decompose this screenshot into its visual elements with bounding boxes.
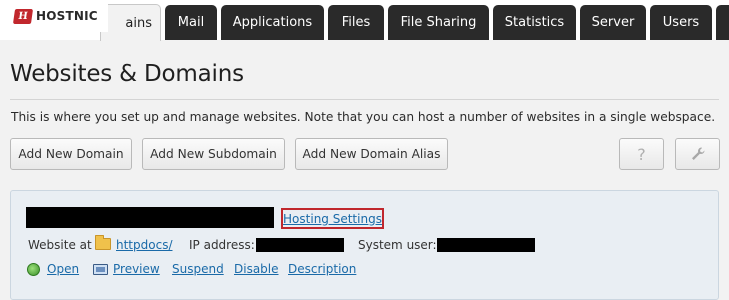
settings-button[interactable] — [675, 138, 720, 170]
tab-mail[interactable]: Mail — [165, 5, 217, 40]
page-description: This is where you set up and manage webs… — [11, 110, 716, 124]
divider — [10, 99, 719, 100]
open-globe-icon — [27, 263, 40, 276]
tab-label: Mail — [177, 14, 205, 30]
tab-label: Statistics — [504, 14, 565, 30]
redacted-ip-address — [256, 238, 344, 252]
ip-address-label: IP address: — [189, 238, 255, 252]
wrench-icon — [691, 147, 704, 160]
tab-label: File Sharing — [400, 14, 477, 30]
tab-label: Files — [341, 14, 371, 30]
hosting-settings-link[interactable]: Hosting Settings — [283, 212, 382, 226]
system-user-label: System user: — [358, 238, 437, 252]
tab-label: Users — [662, 14, 700, 30]
tab-applications[interactable]: Applications — [221, 5, 324, 40]
tab-label: ains — [125, 15, 152, 31]
logo-mark-icon: H — [12, 8, 34, 24]
folder-icon — [95, 235, 111, 250]
help-icon: ? — [637, 144, 646, 164]
help-button[interactable]: ? — [619, 138, 664, 170]
logo-text: HOSTNIC — [36, 9, 98, 23]
website-at-label: Website at — [28, 238, 92, 252]
tab-users[interactable]: Users — [650, 5, 712, 40]
brand-logo[interactable]: H HOSTNIC — [0, 0, 108, 32]
tab-overflow — [716, 5, 729, 40]
tab-file-sharing[interactable]: File Sharing — [388, 5, 489, 40]
open-link[interactable]: Open — [47, 262, 79, 276]
tab-statistics[interactable]: Statistics — [493, 5, 576, 40]
redacted-system-user — [437, 238, 535, 252]
add-new-subdomain-button[interactable]: Add New Subdomain — [142, 138, 285, 170]
tab-label: Server — [591, 14, 635, 30]
add-new-domain-alias-button[interactable]: Add New Domain Alias — [295, 138, 448, 170]
description-link[interactable]: Description — [288, 262, 356, 276]
add-new-domain-button[interactable]: Add New Domain — [10, 138, 132, 170]
tab-files[interactable]: Files — [328, 5, 384, 40]
page-title: Websites & Domains — [10, 61, 244, 87]
redacted-domain-name — [26, 207, 274, 228]
top-nav: ains Mail Applications Files File Sharin… — [0, 0, 729, 41]
tab-label: Applications — [232, 14, 313, 30]
hosting-settings-highlight: Hosting Settings — [281, 208, 384, 229]
preview-link[interactable]: Preview — [113, 262, 160, 276]
suspend-link[interactable]: Suspend — [172, 262, 224, 276]
preview-icon — [93, 264, 108, 275]
httpdocs-link[interactable]: httpdocs/ — [116, 238, 172, 252]
tab-websites-domains[interactable]: ains — [100, 4, 161, 41]
tab-server[interactable]: Server — [580, 5, 646, 40]
disable-link[interactable]: Disable — [234, 262, 279, 276]
